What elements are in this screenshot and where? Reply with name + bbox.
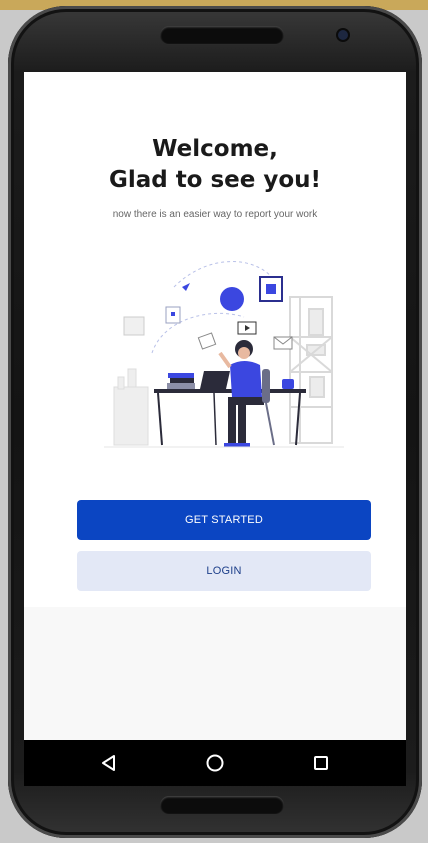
bookshelf-illustration [289, 296, 333, 444]
books-stack [167, 373, 195, 389]
home-circle-icon[interactable] [200, 748, 230, 778]
paper-plane [182, 283, 190, 291]
welcome-subtitle: now there is an easier way to report you… [112, 209, 318, 220]
welcome-title-line2: Glad to see you! [108, 167, 322, 193]
laptop [200, 371, 230, 389]
chair-illustration [262, 369, 275, 446]
earpiece-speaker [160, 26, 284, 44]
recents-square-icon[interactable] [306, 748, 336, 778]
login-button[interactable]: LOGIN [77, 551, 371, 591]
get-started-button[interactable]: GET STARTED [77, 500, 371, 540]
floating-circle [220, 287, 244, 311]
note-card [197, 332, 217, 350]
screen-lower-area [24, 607, 406, 740]
back-triangle-icon[interactable] [94, 748, 124, 778]
welcome-title: Welcome, Glad to see you! [24, 134, 406, 196]
coffee-cup [282, 379, 294, 389]
picture-frame-left [123, 316, 145, 336]
android-nav-bar [24, 740, 406, 786]
person-illustration [218, 340, 264, 447]
cabinet-illustration [113, 368, 149, 446]
work-desk-illustration [104, 261, 344, 448]
front-camera-icon [338, 30, 348, 40]
app-screen: Welcome, Glad to see you! now there is a… [24, 72, 406, 740]
welcome-title-line1: Welcome, [152, 136, 278, 162]
bottom-speaker [160, 796, 284, 814]
